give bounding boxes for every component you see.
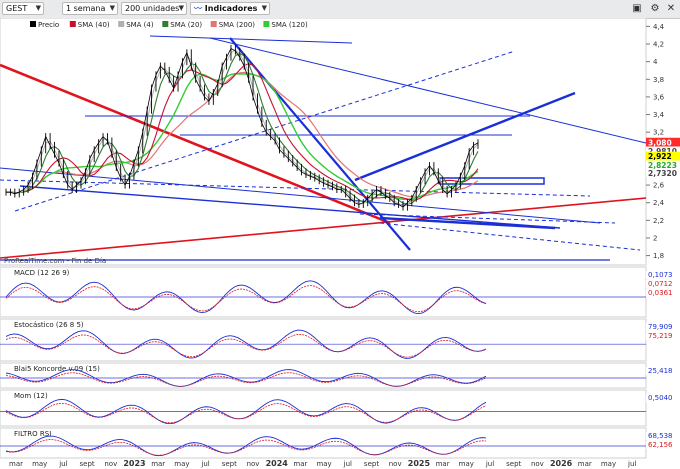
y-tick-label: 2,6	[653, 182, 665, 190]
indicators-button[interactable]: 〰 Indicadores ▼	[190, 2, 270, 15]
y-tick-label: 2,4	[653, 199, 665, 207]
chevron-down-icon: ▼	[261, 4, 267, 12]
indicator-panel	[0, 266, 647, 318]
legend-label: SMA (40)	[78, 21, 110, 29]
y-tick-label: 2	[653, 234, 657, 242]
legend-label: SMA (4)	[126, 21, 154, 29]
x-tick-label: jul	[343, 460, 352, 468]
indicator-title: Mom (12)	[14, 392, 48, 400]
watermark: ProRealTime.com - Fin de Día	[4, 257, 106, 265]
indicators-icon: 〰	[194, 4, 202, 13]
legend-label: SMA (20)	[170, 21, 202, 29]
x-tick-label: may	[601, 460, 616, 468]
x-tick-label: jul	[627, 460, 636, 468]
x-tick-label: sept	[222, 460, 237, 468]
x-tick-label: mar	[9, 460, 23, 468]
x-tick-label: nov	[531, 460, 544, 468]
indicator-title: Blai5 Koncorde v.09 (15)	[14, 365, 100, 373]
indicator-value: 62,156	[648, 441, 673, 449]
legend-swatch	[210, 21, 217, 27]
x-tick-label: 2026	[550, 459, 573, 468]
legend-label: SMA (120)	[271, 21, 308, 29]
symbol-selector[interactable]: GEST ▼	[2, 2, 44, 15]
x-tick-label: may	[174, 460, 189, 468]
floppy-icon[interactable]: ▣	[630, 2, 644, 15]
chart-canvas: Precio SMA (40) SMA (4) SMA (20) SMA (200) SM…	[0, 18, 680, 468]
chevron-down-icon: ▼	[35, 4, 41, 12]
period-label: 1 semana	[66, 4, 106, 13]
legend-swatch	[263, 21, 270, 27]
legend-swatch	[69, 21, 76, 27]
x-tick-label: jul	[200, 460, 209, 468]
indicator-value: 79,909	[648, 323, 673, 331]
y-tick-label: 4,2	[653, 41, 664, 49]
x-tick-label: nov	[389, 460, 402, 468]
indicator-panel	[0, 389, 647, 427]
x-tick-label: sept	[80, 460, 95, 468]
x-tick-label: 2024	[266, 459, 289, 468]
x-tick-label: 2023	[123, 459, 145, 468]
x-tick-label: may	[32, 460, 47, 468]
legend-swatch	[30, 21, 36, 27]
price-value-labels: 3,0802,98102,9222,73202,8223	[646, 137, 680, 178]
symbol-label: GEST	[6, 4, 28, 13]
x-tick-label: sept	[506, 460, 521, 468]
indicator-value: 68,538	[648, 432, 673, 440]
legend-swatch	[118, 21, 125, 27]
y-tick-label: 4,4	[653, 23, 665, 31]
value-label: 3,080	[648, 138, 672, 147]
indicator-value: 0,0361	[648, 289, 673, 297]
legend-label: Precio	[38, 21, 59, 29]
value-label: 2,7320	[648, 169, 677, 178]
x-tick-label: mar	[578, 460, 592, 468]
x-tick-label: nov	[104, 460, 117, 468]
value-label: 2,8223	[648, 161, 677, 170]
y-tick-label: 4	[653, 58, 658, 66]
indicators-label: Indicadores	[204, 4, 258, 13]
period-selector[interactable]: 1 semana ▼	[62, 2, 118, 15]
indicator-value: 0,1073	[648, 271, 673, 279]
indicator-title: Estocástico (26 8 5)	[14, 321, 84, 329]
x-axis: mar may jul sept nov 2023 mar may jul sept nov 2024…	[9, 459, 636, 468]
value-label: 2,922	[648, 152, 672, 161]
y-tick-label: 2,2	[653, 217, 664, 225]
indicator-value: 0,0712	[648, 280, 673, 288]
x-tick-label: may	[316, 460, 331, 468]
indicator-value: 25,418	[648, 367, 673, 375]
chevron-down-icon: ▼	[178, 4, 184, 12]
wrench-icon[interactable]: ⚙	[648, 2, 662, 15]
x-tick-label: jul	[485, 460, 494, 468]
indicator-title: MACD (12 26 9)	[14, 269, 70, 277]
x-tick-label: mar	[436, 460, 450, 468]
x-tick-label: nov	[247, 460, 260, 468]
indicator-panel	[0, 427, 647, 459]
x-tick-label: jul	[58, 460, 67, 468]
x-tick-label: mar	[293, 460, 307, 468]
close-icon[interactable]: ✕	[664, 2, 678, 15]
indicator-value: 75,219	[648, 332, 673, 340]
x-tick-label: sept	[364, 460, 379, 468]
indicator-value: 0,5040	[648, 394, 673, 402]
legend-swatch	[162, 21, 169, 27]
legend-label: SMA (200)	[219, 21, 256, 29]
x-tick-label: mar	[151, 460, 165, 468]
y-tick-label: 3,2	[653, 129, 664, 137]
y-tick-label: 3,8	[653, 76, 664, 84]
y-tick-label: 3,6	[653, 93, 665, 101]
indicator-panels: MACD (12 26 9) 0,10730,07120,0361 Estocást…	[0, 266, 680, 459]
toolbar: GEST ▼ 1 semana ▼ 200 unidades ▼ 〰 Indic…	[0, 0, 680, 19]
x-tick-label: 2025	[408, 459, 431, 468]
x-tick-label: may	[459, 460, 474, 468]
indicator-panel	[0, 318, 647, 362]
y-tick-label: 1,8	[653, 252, 664, 260]
units-selector[interactable]: 200 unidades ▼	[121, 2, 187, 15]
y-tick-label: 3,4	[653, 111, 665, 119]
units-label: 200 unidades	[125, 4, 180, 13]
chevron-down-icon: ▼	[109, 4, 115, 12]
